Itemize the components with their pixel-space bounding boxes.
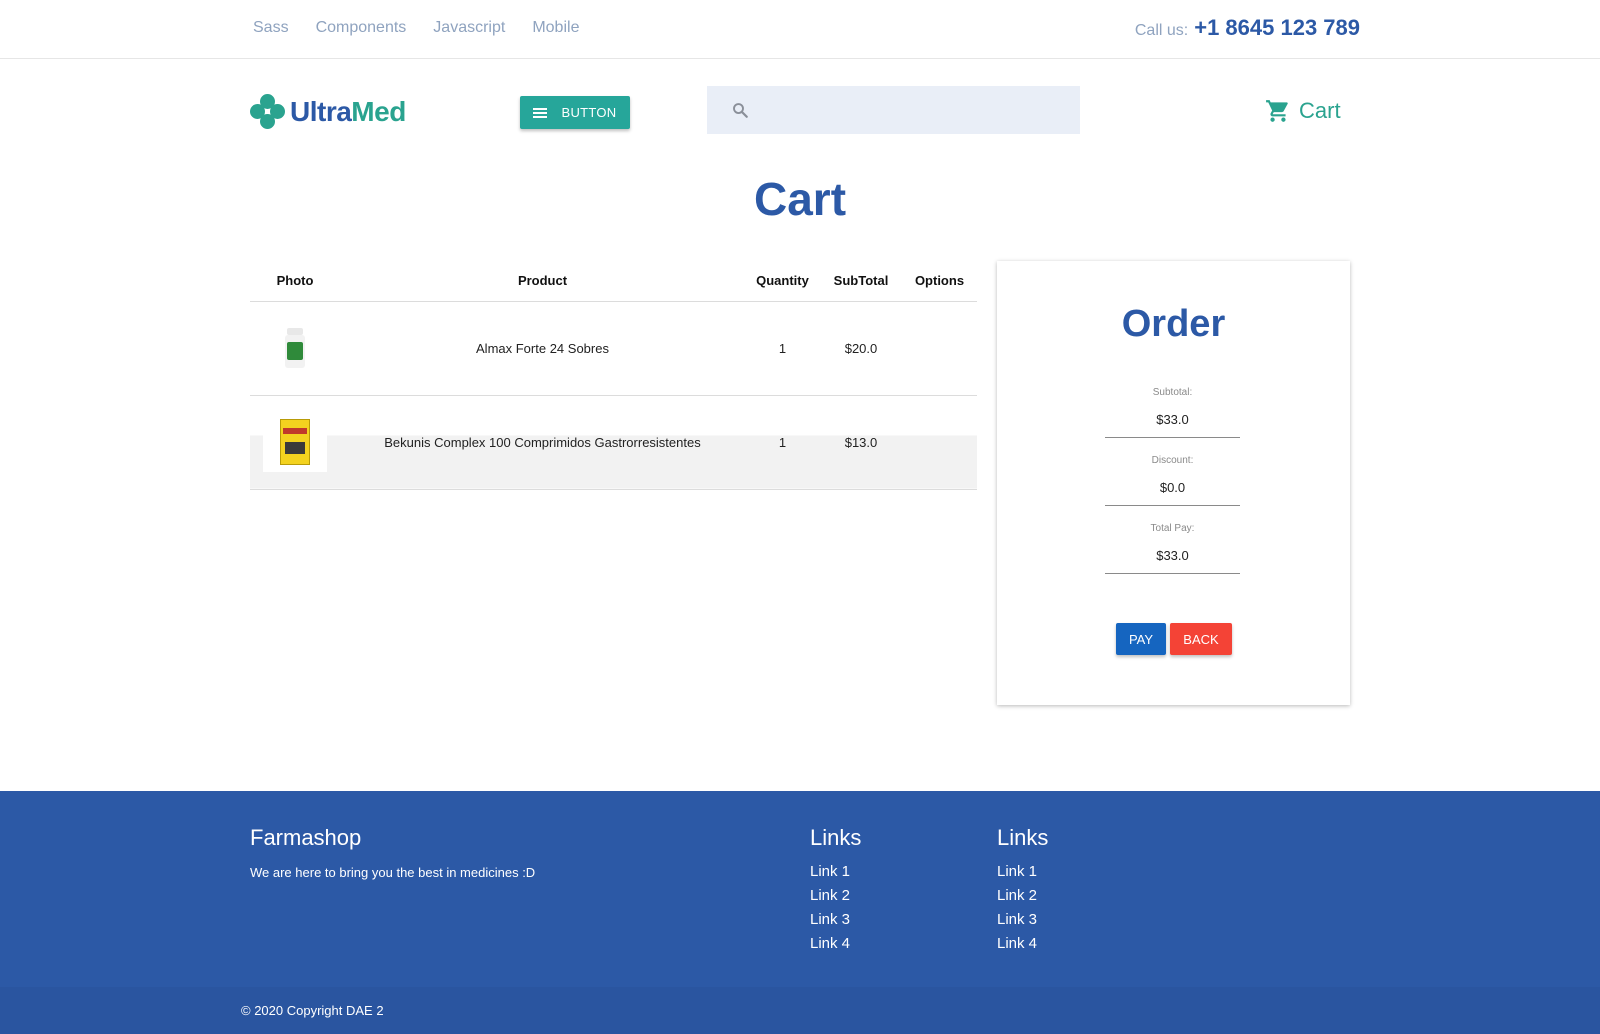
back-button[interactable]: BACK (1170, 623, 1232, 655)
footer-link[interactable]: Link 2 (997, 887, 1037, 904)
logo-text: UltraMed (290, 96, 406, 128)
footer-link[interactable]: Link 4 (810, 935, 850, 952)
logo-text-ultra: Ultra (290, 96, 352, 127)
discount-label: Discount: (1151, 455, 1194, 466)
search-icon (733, 103, 748, 118)
footer-brand: Farmashop (250, 825, 362, 850)
cart-table: Photo Product Quantity SubTotal Options … (250, 260, 977, 490)
discount-value: $0.0 (1159, 480, 1186, 495)
discount-field: Discount: $0.0 (1105, 455, 1240, 506)
header-photo: Photo (250, 260, 340, 302)
logo-text-med: Med (351, 96, 406, 127)
quantity-cell: 1 (745, 301, 820, 396)
menu-button[interactable]: BUTTON (520, 96, 630, 129)
order-card: Order Subtotal: $33.0 Discount: $0.0 Tot… (997, 261, 1350, 705)
product-name: Bekunis Complex 100 Comprimidos Gastrorr… (340, 395, 745, 490)
phone-number[interactable]: +1 8645 123 789 (1194, 15, 1360, 41)
footer-link[interactable]: Link 2 (810, 887, 850, 904)
footer-link[interactable]: Link 4 (997, 935, 1037, 952)
clover-logo-icon (250, 94, 286, 130)
nav-link-javascript[interactable]: Javascript (433, 19, 505, 37)
footer-links-1: Link 1 Link 2 Link 3 Link 4 (810, 863, 850, 959)
nav-link-sass[interactable]: Sass (253, 19, 289, 37)
copyright: © 2020 Copyright DAE 2 (241, 1003, 384, 1018)
total-field: Total Pay: $33.0 (1105, 523, 1240, 574)
subtotal-cell: $20.0 (820, 301, 902, 396)
footer-links-title-1: Links (810, 825, 862, 850)
menu-button-label: BUTTON (561, 105, 617, 120)
search-input[interactable] (759, 101, 1059, 119)
footer-link[interactable]: Link 1 (810, 863, 850, 880)
header-options: Options (902, 260, 977, 302)
order-title: Order (1121, 303, 1226, 345)
footer-links-2: Link 1 Link 2 Link 3 Link 4 (997, 863, 1037, 959)
footer: Farmashop We are here to bring you the b… (0, 791, 1600, 1034)
shopping-cart-icon (1266, 100, 1288, 122)
search-bar[interactable] (707, 86, 1080, 134)
photo-cell (250, 301, 340, 396)
bottle-icon (285, 328, 305, 368)
total-label: Total Pay: (1150, 523, 1195, 534)
footer-link[interactable]: Link 1 (997, 863, 1037, 880)
photo-cell (250, 395, 340, 490)
subtotal-label: Subtotal: (1152, 387, 1193, 398)
logo[interactable]: UltraMed (250, 94, 406, 130)
box-icon (280, 419, 310, 465)
product-name: Almax Forte 24 Sobres (340, 301, 745, 396)
footer-links-title-2: Links (997, 825, 1049, 850)
product-image (263, 318, 327, 378)
hamburger-icon (533, 107, 548, 118)
nav-link-components[interactable]: Components (316, 19, 407, 37)
call-us: Call us: +1 8645 123 789 (1135, 15, 1360, 41)
options-cell (902, 395, 977, 490)
header-subtotal: SubTotal (820, 260, 902, 302)
nav-link-mobile[interactable]: Mobile (532, 19, 579, 37)
table-header-row: Photo Product Quantity SubTotal Options (250, 260, 977, 302)
subtotal-cell: $13.0 (820, 395, 902, 490)
quantity-cell: 1 (745, 395, 820, 490)
options-cell (902, 301, 977, 396)
top-bar: Sass Components Javascript Mobile Call u… (0, 0, 1600, 59)
header-product: Product (340, 260, 745, 302)
subtotal-value: $33.0 (1156, 412, 1189, 427)
product-image (263, 412, 327, 472)
total-value: $33.0 (1156, 548, 1189, 563)
pay-button[interactable]: PAY (1116, 623, 1166, 655)
footer-link[interactable]: Link 3 (810, 911, 850, 928)
call-us-label: Call us: (1134, 22, 1189, 39)
top-nav: Sass Components Javascript Mobile (253, 19, 606, 37)
table-row: Almax Forte 24 Sobres 1 $20.0 (250, 301, 977, 396)
cart-link-label: Cart (1299, 98, 1341, 123)
page-title: Cart (753, 173, 847, 225)
footer-link[interactable]: Link 3 (997, 911, 1037, 928)
table-row: Bekunis Complex 100 Comprimidos Gastrorr… (250, 395, 977, 490)
subtotal-field: Subtotal: $33.0 (1105, 387, 1240, 438)
header-quantity: Quantity (745, 260, 820, 302)
cart-link[interactable]: Cart (1265, 98, 1341, 124)
footer-description: We are here to bring you the best in med… (250, 865, 536, 880)
footer-bottom-bar: © 2020 Copyright DAE 2 (0, 987, 1600, 1034)
